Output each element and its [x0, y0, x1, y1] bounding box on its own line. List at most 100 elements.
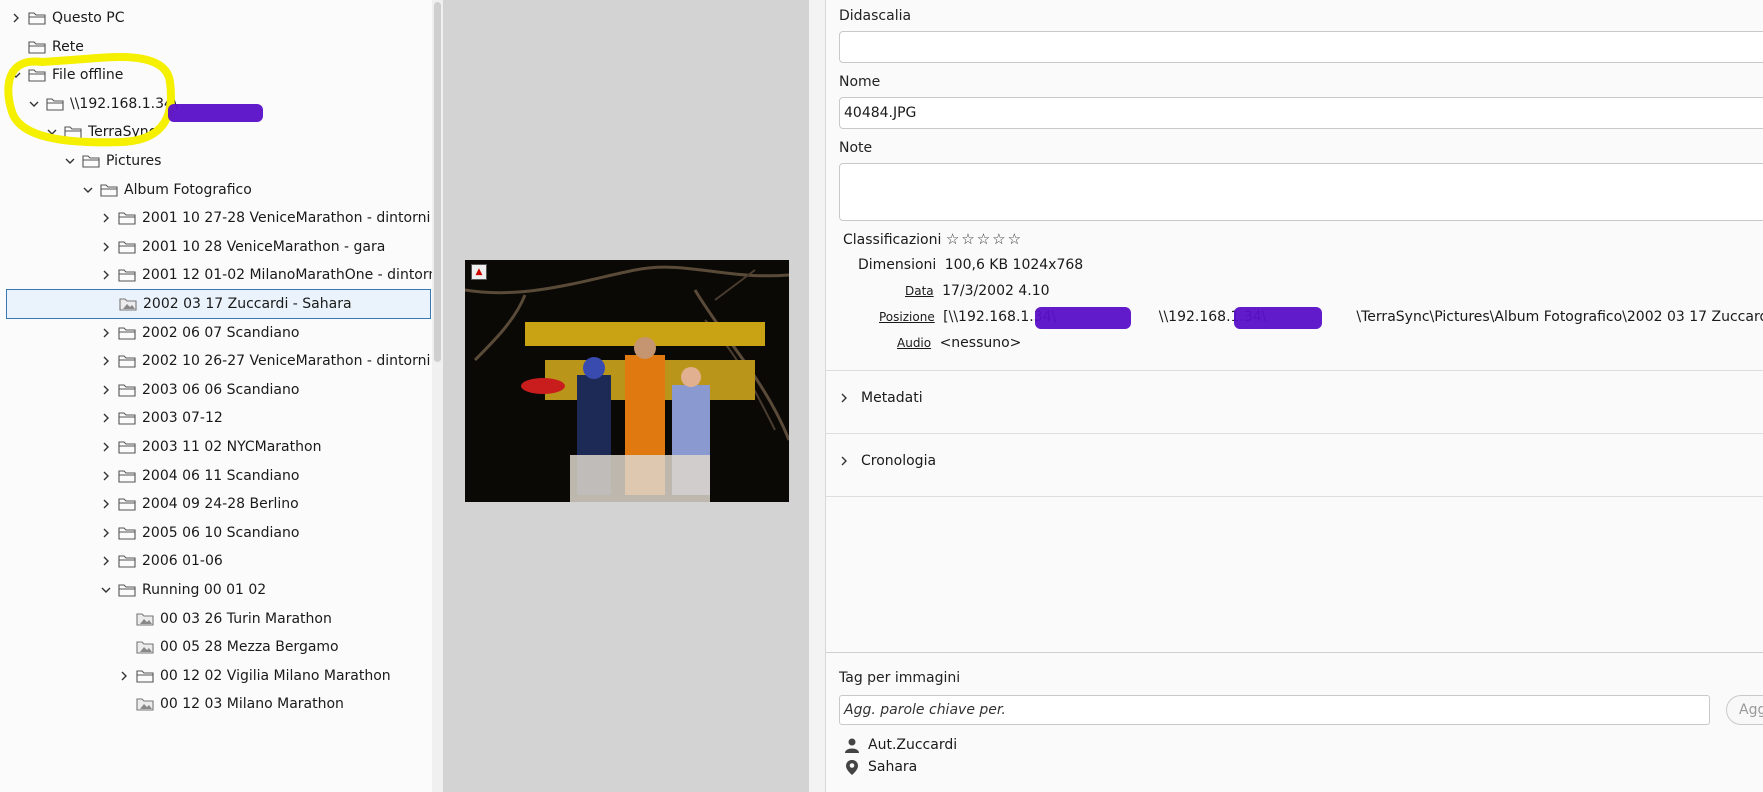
tree-item[interactable]: 2002 10 26-27 VeniceMarathon - dintorni — [6, 346, 431, 376]
chevron-down-icon[interactable] — [26, 96, 42, 112]
tree-item[interactable]: 2001 10 28 VeniceMarathon - gara — [6, 232, 431, 262]
history-label: Cronologia — [861, 453, 937, 469]
tree-item-label: 2004 06 11 Scandiano — [142, 467, 300, 484]
tags-add-button[interactable]: Agg — [1726, 695, 1763, 725]
tree-item-label: 2002 06 07 Scandiano — [142, 324, 300, 341]
caption-field[interactable] — [839, 31, 1763, 63]
chevron-right-icon[interactable] — [98, 553, 114, 569]
tree-item-label: 2005 06 10 Scandiano — [142, 524, 300, 541]
tree-item-label: 00 12 03 Milano Marathon — [160, 696, 344, 713]
chevron-right-icon[interactable] — [98, 525, 114, 541]
location-pin-icon — [846, 760, 858, 775]
chevron-down-icon[interactable] — [98, 582, 114, 598]
tree-item[interactable]: Album Fotografico — [6, 175, 431, 205]
tree-item-label: 2003 07-12 — [142, 410, 223, 427]
name-field[interactable]: 40484.JPG — [839, 97, 1763, 129]
chevron-down-icon[interactable] — [62, 153, 78, 169]
file-type-icon: ▲ — [471, 264, 487, 280]
chevron-down-icon[interactable] — [80, 182, 96, 198]
rating-stars[interactable]: ☆☆☆☆☆ — [946, 230, 1023, 248]
properties-panel: Didascalia Nome 40484.JPG Note Classific… — [826, 0, 1763, 792]
tree-item[interactable]: 00 12 03 Milano Marathon — [6, 689, 431, 719]
metadata-section[interactable]: Metadati — [839, 390, 923, 406]
location-part3[interactable]: \TerraSync\Pictures\Album Fotografico\20… — [1356, 309, 1763, 325]
divider — [826, 433, 1763, 434]
tree-item[interactable]: 00 12 02 Vigilia Milano Marathon — [6, 661, 431, 691]
tree-item[interactable]: 2004 06 11 Scandiano — [6, 461, 431, 491]
tree-item[interactable]: 2003 07-12 — [6, 403, 431, 433]
tree-item[interactable]: 2002 03 17 Zuccardi - Sahara — [6, 289, 431, 319]
tags-input[interactable]: Agg. parole chiave per. — [839, 695, 1710, 725]
folder-icon — [118, 353, 138, 369]
tree-item[interactable]: 2005 06 10 Scandiano — [6, 518, 431, 548]
chevron-right-icon[interactable] — [98, 325, 114, 341]
tree-item-label: 2004 09 24-28 Berlino — [142, 496, 299, 513]
folder-icon — [118, 410, 138, 426]
tag-item[interactable]: Aut.Zuccardi — [844, 737, 957, 753]
chevron-right-icon[interactable] — [98, 210, 114, 226]
tree-item[interactable]: 2003 11 02 NYCMarathon — [6, 432, 431, 462]
folder-icon — [118, 468, 138, 484]
tree-item-label: Rete — [52, 38, 84, 55]
chevron-right-icon[interactable] — [98, 439, 114, 455]
location-label[interactable]: Posizione — [879, 310, 935, 324]
folder-icon — [118, 267, 138, 283]
folder-icon — [28, 67, 48, 83]
chevron-right-icon[interactable] — [98, 410, 114, 426]
tree-item-label: 2003 06 06 Scandiano — [142, 381, 300, 398]
tree-item[interactable]: Rete — [6, 32, 431, 62]
chevron-right-icon[interactable] — [98, 353, 114, 369]
tree-item[interactable]: 2006 01-06 — [6, 546, 431, 576]
tree-item[interactable]: File offline — [6, 60, 431, 90]
chevron-right-icon[interactable] — [116, 668, 132, 684]
tree-item[interactable]: 2004 09 24-28 Berlino — [6, 489, 431, 519]
image-folder-icon — [136, 611, 156, 627]
redaction-mark — [168, 104, 263, 122]
chevron-right-icon[interactable] — [98, 468, 114, 484]
tree-item-label: 2001 10 27-28 VeniceMarathon - dintorni — [142, 210, 431, 227]
date-label[interactable]: Data — [905, 284, 934, 298]
tree-item[interactable]: 00 03 26 Turin Marathon — [6, 604, 431, 634]
chevron-right-icon[interactable] — [98, 382, 114, 398]
chevron-down-icon[interactable] — [44, 124, 60, 140]
tree-item[interactable]: 2002 06 07 Scandiano — [6, 318, 431, 348]
tree-item[interactable]: Pictures — [6, 146, 431, 176]
history-section[interactable]: Cronologia — [839, 453, 936, 469]
size-label: Dimensioni — [858, 257, 937, 273]
folder-tree: Questo PC Rete File offline \\192.168.1.34\… — [0, 0, 443, 792]
chevron-right-icon[interactable] — [98, 267, 114, 283]
chevron-down-icon[interactable] — [8, 67, 24, 83]
chevron-right-icon[interactable] — [8, 10, 24, 26]
tree-item[interactable]: Running 00 01 02 — [6, 575, 431, 605]
audio-label[interactable]: Audio — [897, 336, 931, 350]
preview-scrollbar[interactable] — [809, 0, 826, 792]
folder-icon — [118, 553, 138, 569]
tree-item-label: 00 05 28 Mezza Bergamo — [160, 639, 339, 656]
redaction-mark — [1234, 307, 1322, 329]
tag-label: Sahara — [868, 759, 918, 775]
photo-thumbnail[interactable]: ▲ — [465, 260, 789, 502]
tree-item-label: Questo PC — [52, 10, 125, 26]
tree-scrollbar-thumb[interactable] — [434, 2, 441, 362]
tree-item[interactable]: 2001 12 01-02 MilanoMarathOne - dintorni — [6, 260, 441, 290]
size-row: Dimensioni 100,6 KB 1024x768 — [858, 257, 1083, 273]
chevron-right-icon[interactable] — [98, 496, 114, 512]
tree-item-label: 2002 03 17 Zuccardi - Sahara — [143, 296, 352, 312]
folder-icon — [118, 239, 138, 255]
chevron-right-icon[interactable] — [98, 239, 114, 255]
notes-field[interactable] — [839, 163, 1763, 221]
name-label: Nome — [839, 74, 881, 90]
tree-item[interactable]: 00 05 28 Mezza Bergamo — [6, 632, 431, 662]
tree-item[interactable]: 2003 06 06 Scandiano — [6, 375, 431, 405]
tree-scrollbar[interactable] — [432, 0, 443, 792]
date-row: Data 17/3/2002 4.10 — [905, 283, 1050, 299]
tag-item[interactable]: Sahara — [844, 759, 917, 775]
folder-icon — [118, 210, 138, 226]
rating-label: Classificazioni — [843, 232, 942, 248]
notes-label: Note — [839, 140, 873, 156]
tree-item[interactable]: 2001 10 27-28 VeniceMarathon - dintorni — [6, 203, 431, 233]
tags-label: Tag per immagini — [839, 670, 961, 686]
tree-item[interactable]: Questo PC — [6, 3, 431, 33]
